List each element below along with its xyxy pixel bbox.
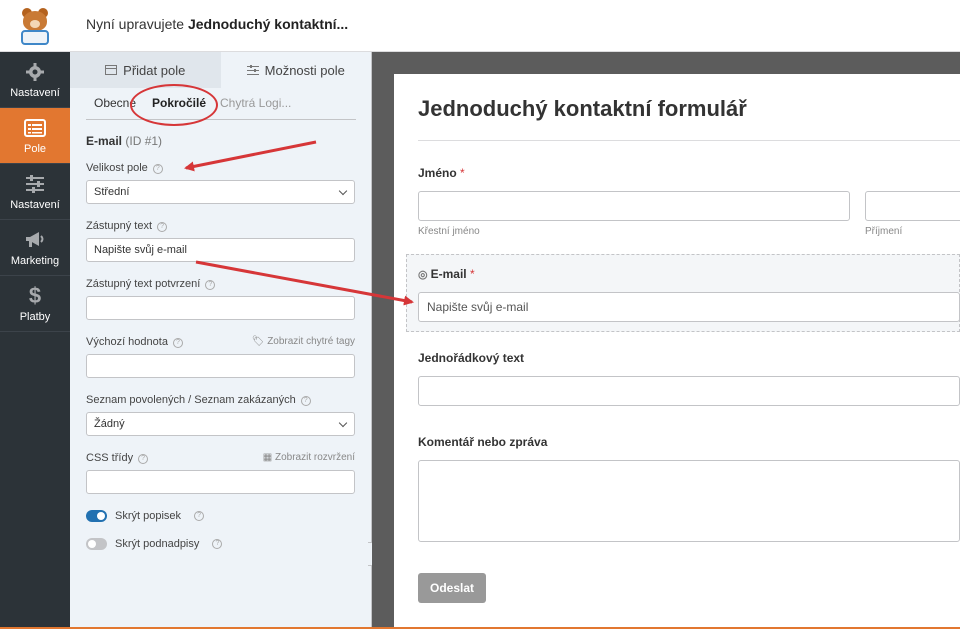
submit-button[interactable]: Odeslat [418,573,486,603]
table-icon [105,63,118,78]
hide-sublabels-toggle-row: Skrýt podnadpisy? [86,538,223,550]
smart-tags-link[interactable]: 🏷 Zobrazit chytré tagy [252,336,355,347]
sidebar-item-fields[interactable]: Pole [0,108,70,164]
subtabs: Obecné Pokročilé Chytrá Logi... [86,96,356,120]
sidebar-item-label: Marketing [10,254,60,267]
help-icon[interactable]: ? [138,454,149,464]
hide-label-toggle-row: Skrýt popisek? [86,510,205,522]
help-icon[interactable]: ? [205,280,216,290]
form-title: Jednoduchý kontaktní formulář [418,96,747,121]
tab-field-options[interactable]: Možnosti pole [220,52,371,88]
sliders-icon [25,173,45,195]
email-input[interactable]: Napište svůj e-mail [418,292,960,322]
css-classes-label: CSS třídy? [86,452,149,464]
last-name-sublabel: Příjmení [865,226,903,237]
placeholder-input[interactable]: Napište svůj e-mail [86,238,355,262]
help-icon[interactable]: ? [194,511,205,521]
hide-label-toggle[interactable] [86,510,107,522]
bear-logo-icon [17,6,53,46]
default-value-label: Výchozí hodnota? [86,336,183,348]
wpforms-logo[interactable] [0,0,70,52]
tag-icon: 🏷 [251,336,265,347]
help-icon[interactable]: ? [152,164,163,174]
page-title: Nyní upravujete Jednoduchý kontaktní... [86,16,349,32]
annotation-circle [130,84,218,126]
allowlist-select[interactable]: Žádný [86,412,355,436]
field-options-panel: Přidat pole Možnosti pole Obecné Pokroči… [70,52,380,629]
sidebar-item-payments[interactable]: $ Platby [0,276,70,332]
sidebar-item-label: Platby [19,310,51,323]
help-icon[interactable]: ? [300,396,311,406]
single-line-label: Jednořádkový text [418,351,525,365]
field-size-label: Velikost pole? [86,162,163,174]
eye-slash-icon: ◎ [418,269,428,281]
show-layouts-link[interactable]: ▦ Zobrazit rozvržení [263,452,355,463]
comment-textarea[interactable] [418,460,960,542]
first-name-input[interactable] [418,191,850,221]
sidebar-item-settings[interactable]: Nastavení [0,52,70,108]
grid-icon: ▦ [262,452,273,463]
builder-sidebar: Nastavení Pole Nastavení Marketing $ Pla… [0,52,70,629]
sidebar-item-label: Pole [23,142,47,155]
help-icon[interactable]: ? [212,539,223,549]
sidebar-item-marketing[interactable]: Marketing [0,220,70,276]
confirm-placeholder-input[interactable] [86,296,355,320]
sliders-icon [246,63,259,78]
placeholder-label: Zástupný text? [86,220,168,232]
hide-sublabels-toggle[interactable] [86,538,107,550]
gear-icon [25,61,45,83]
divider [418,140,960,141]
field-heading: E-mail (ID #1) [86,134,163,148]
sidebar-item-label: Nastavení [10,86,60,99]
top-bar: Nyní upravujete Jednoduchý kontaktní... [0,0,960,52]
default-value-input[interactable] [86,354,355,378]
last-name-input[interactable] [865,191,960,221]
field-size-select[interactable]: Střední [86,180,355,204]
email-field-label: ◎ E-mail * [418,267,475,281]
first-name-sublabel: Křestní jméno [418,226,480,237]
subtab-smart-logic[interactable]: Chytrá Logi... [220,96,291,110]
help-icon[interactable]: ? [172,338,183,348]
form-preview: Jednoduchý kontaktní formulář Jméno * Kř… [394,74,960,629]
dollar-icon: $ [28,282,42,308]
tab-add-fields[interactable]: Přidat pole [70,52,221,88]
comment-label: Komentář nebo zpráva [418,435,548,449]
list-icon [24,117,46,139]
megaphone-icon [24,229,46,251]
confirm-placeholder-label: Zástupný text potvrzení? [86,278,216,290]
sidebar-item-label: Nastavení [10,198,60,211]
sidebar-item-settings-2[interactable]: Nastavení [0,164,70,220]
name-field-label: Jméno * [418,166,465,180]
css-classes-input[interactable] [86,470,355,494]
allowlist-label: Seznam povolených / Seznam zakázaných? [86,394,311,406]
panel-tabs: Přidat pole Možnosti pole [70,52,371,88]
help-icon[interactable]: ? [157,222,168,232]
single-line-input[interactable] [418,376,960,406]
